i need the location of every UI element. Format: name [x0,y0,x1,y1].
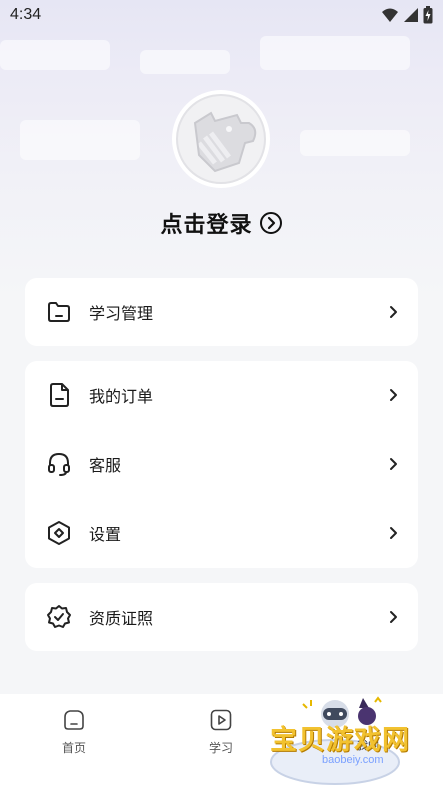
menu-item-settings[interactable]: 设置 [25,499,418,567]
document-icon [50,383,69,407]
settings-hexagon-icon [48,521,70,545]
certificate-badge-icon [47,605,71,628]
status-bar: 4:34 [0,0,443,32]
headset-icon [48,452,70,476]
status-time: 4:34 [10,6,42,23]
menu-item-label: 学习管理 [89,304,154,323]
tab-label: 首页 [61,741,86,755]
menu-item-customer-service[interactable]: 客服 [25,430,418,498]
tab-label: 学习 [208,741,233,755]
status-icons [381,6,433,24]
menu-item-label: 设置 [89,525,122,544]
watermark-title: 宝贝游戏网 [270,725,410,756]
tab-home[interactable]: 首页 [44,708,104,758]
menu-card-services: 我的订单 客服 设置 [25,361,418,568]
chevron-right-icon [390,458,397,470]
login-label: 点击登录 [160,213,253,238]
folder-icon [48,302,70,322]
chevron-right-icon [390,527,397,539]
menu-item-learning-management[interactable]: 学习管理 [25,278,418,346]
wifi-icon [382,8,398,22]
watermark-url: baobeiy.com [322,754,384,766]
home-icon [64,710,84,730]
menu-card-learning: 学习管理 [25,278,418,346]
default-avatar-icon [176,94,266,184]
watermark-logo: 我的 宝贝游戏网 baobeiy.com [265,692,443,788]
battery-icon [423,6,433,24]
chevron-right-circle-icon [259,212,282,234]
menu-item-qualifications[interactable]: 资质证照 [25,583,418,651]
menu-card-qualifications: 资质证照 [25,583,418,651]
chevron-right-icon [390,611,397,623]
tab-study[interactable]: 学习 [191,708,251,758]
play-icon [210,709,232,731]
chevron-right-icon [390,306,397,318]
menu-item-label: 我的订单 [89,387,154,406]
menu-item-my-orders[interactable]: 我的订单 [25,361,418,429]
menu-item-label: 资质证照 [89,609,154,628]
menu-item-label: 客服 [89,456,122,475]
avatar[interactable] [172,90,270,188]
chevron-right-icon [390,389,397,401]
login-button[interactable]: 点击登录 [0,206,443,240]
cellular-signal-icon [404,8,418,22]
